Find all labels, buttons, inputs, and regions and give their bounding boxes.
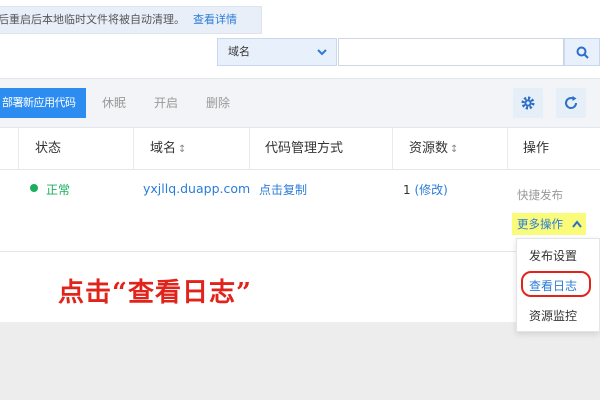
cleanup-notice: 后重启后本地临时文件将被自动清理。 查看详情	[0, 6, 262, 34]
deploy-button[interactable]: 部署新应用代码	[0, 88, 86, 118]
menu-item-resource-monitor[interactable]: 资源监控	[529, 307, 577, 324]
chevron-up-icon	[572, 220, 582, 228]
annotation-text: 点击“查看日志”	[58, 278, 252, 308]
search-icon	[576, 46, 589, 59]
notice-details-link[interactable]: 查看详情	[193, 13, 237, 26]
search-field-select-value: 域名	[228, 45, 250, 58]
column-divider	[249, 128, 250, 170]
sort-icon: ↕	[450, 144, 459, 155]
more-actions-label: 更多操作	[517, 217, 563, 231]
search-button[interactable]	[564, 38, 600, 66]
column-header-status: 状态	[35, 141, 62, 156]
edit-resources-link[interactable]: (修改)	[414, 183, 447, 197]
notice-message: 后重启后本地临时文件将被自动清理。	[0, 13, 185, 26]
column-header-resources-label: 资源数	[409, 141, 449, 156]
highlight-circle	[521, 271, 591, 297]
start-button[interactable]: 开启	[154, 88, 178, 118]
column-header-domain-label: 域名	[150, 141, 177, 156]
resources-count: 1	[403, 183, 411, 197]
gear-icon	[521, 96, 535, 110]
search-input[interactable]	[338, 38, 564, 66]
table-header: 状态 域名 ↕ 代码管理方式 资源数 ↕ 操作	[0, 128, 600, 170]
column-header-actions: 操作	[523, 141, 550, 156]
column-header-code-mgmt: 代码管理方式	[265, 141, 344, 156]
column-divider	[18, 128, 19, 170]
menu-item-publish-settings[interactable]: 发布设置	[529, 247, 577, 264]
refresh-icon	[565, 96, 578, 109]
chevron-down-icon	[317, 49, 327, 56]
sleep-button[interactable]: 休眠	[102, 88, 126, 118]
settings-button[interactable]	[513, 88, 543, 118]
quick-publish-link[interactable]: 快捷发布	[517, 187, 563, 203]
status-dot-icon	[30, 184, 38, 192]
resources-cell: 1 (修改)	[403, 181, 448, 198]
more-actions-button[interactable]: 更多操作	[512, 213, 586, 235]
column-header-domain[interactable]: 域名 ↕	[150, 128, 186, 170]
status-text: 正常	[46, 183, 71, 197]
refresh-button[interactable]	[556, 88, 586, 118]
column-divider	[392, 128, 393, 170]
search-field-select[interactable]: 域名	[217, 38, 337, 66]
delete-button[interactable]: 删除	[206, 88, 230, 118]
sort-icon: ↕	[178, 144, 187, 155]
domain-link[interactable]: yxjllq.duapp.com	[143, 181, 250, 196]
column-header-resources[interactable]: 资源数 ↕	[409, 128, 458, 170]
toolbar: 部署新应用代码 休眠 开启 删除	[0, 78, 600, 128]
copy-code-link[interactable]: 点击复制	[259, 181, 307, 198]
column-divider	[507, 128, 508, 170]
column-divider	[133, 128, 134, 170]
